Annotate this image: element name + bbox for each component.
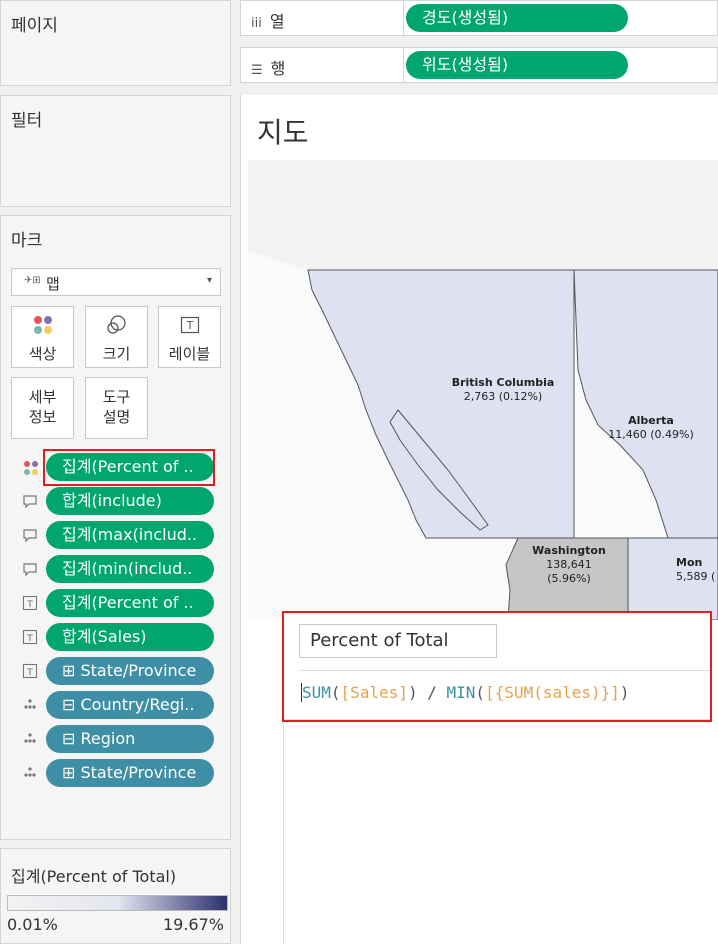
detail-icon bbox=[24, 699, 36, 709]
map-label: Mon 5,589 ( bbox=[676, 556, 718, 584]
legend-gradient bbox=[7, 895, 228, 911]
mark-field-row[interactable]: 집계(min(includ.. bbox=[20, 554, 216, 584]
label-button[interactable]: T 레이블 bbox=[158, 306, 221, 368]
field-pill[interactable]: 집계(min(includ.. bbox=[46, 555, 214, 583]
rows-shelf-label: ☰ 행 bbox=[251, 55, 285, 79]
longitude-pill[interactable]: 경도(생성됨) bbox=[406, 4, 628, 32]
mark-field-row[interactable]: ⊟ Region bbox=[20, 724, 216, 754]
tooltip-icon bbox=[23, 529, 37, 543]
pages-panel: 페이지 bbox=[0, 0, 231, 86]
filters-panel: 필터 bbox=[0, 95, 231, 207]
tooltip-icon bbox=[23, 495, 37, 509]
tooltip-icon bbox=[23, 563, 37, 577]
color-label: 색상 bbox=[28, 345, 57, 363]
svg-text:T: T bbox=[26, 668, 33, 678]
mark-type-dropdown[interactable]: ✈⊞ 맵 ▾ bbox=[11, 268, 221, 296]
color-legend-panel: 집계(Percent of Total) 0.01% 19.67% bbox=[0, 848, 231, 944]
label-icon: T bbox=[22, 663, 38, 679]
pages-title: 페이지 bbox=[11, 16, 58, 36]
chevron-down-icon: ▾ bbox=[206, 275, 212, 286]
filters-title: 필터 bbox=[11, 111, 43, 131]
mark-field-row[interactable]: 합계(include) bbox=[20, 486, 216, 516]
map[interactable]: British Columbia 2,763 (0.12%) Alberta 1… bbox=[248, 160, 718, 620]
size-label: 크기 bbox=[102, 345, 131, 363]
field-pill[interactable]: 합계(Sales) bbox=[46, 623, 214, 651]
label-icon: T bbox=[180, 316, 199, 334]
map-label-name: Washington bbox=[532, 544, 606, 557]
mark-field-row[interactable]: T 합계(Sales) bbox=[20, 622, 216, 652]
rows-shelf[interactable]: ☰ 행 위도(생성됨) bbox=[240, 47, 718, 83]
latitude-pill[interactable]: 위도(생성됨) bbox=[406, 51, 628, 79]
detail-icon bbox=[24, 767, 36, 777]
detail-button[interactable]: 세부 정보 bbox=[11, 377, 74, 439]
map-mark-icon: ✈⊞ bbox=[24, 275, 41, 286]
field-pill[interactable]: ⊞ State/Province bbox=[46, 657, 214, 685]
field-pill[interactable]: 합계(include) bbox=[46, 487, 214, 515]
size-icon bbox=[106, 315, 126, 334]
legend-min: 0.01% bbox=[7, 915, 58, 934]
editor-body bbox=[283, 720, 712, 944]
field-pill[interactable]: 집계(max(includ.. bbox=[46, 521, 214, 549]
svg-text:T: T bbox=[26, 600, 33, 610]
highlight-box bbox=[282, 611, 712, 722]
svg-text:T: T bbox=[185, 319, 193, 332]
shelf-divider bbox=[403, 1, 404, 35]
map-label-name: Mon bbox=[676, 556, 703, 569]
map-label-value: 138,641 (5.96%) bbox=[546, 558, 592, 585]
svg-text:T: T bbox=[26, 634, 33, 644]
map-label: Alberta 11,460 (0.49%) bbox=[606, 414, 696, 442]
view-title: 지도 bbox=[257, 116, 309, 149]
legend-max: 19.67% bbox=[162, 915, 224, 934]
rows-icon: ☰ bbox=[251, 63, 263, 78]
columns-icon: iii bbox=[251, 16, 262, 31]
map-label-value: 2,763 (0.12%) bbox=[463, 390, 543, 403]
field-pill[interactable]: ⊟ Region bbox=[46, 725, 214, 753]
detail-icon bbox=[24, 733, 36, 743]
highlight-box bbox=[43, 449, 215, 486]
rows-label: 행 bbox=[270, 59, 286, 78]
map-label-value: 11,460 (0.49%) bbox=[608, 428, 694, 441]
columns-shelf-label: iii 열 bbox=[251, 8, 285, 32]
map-label: British Columbia 2,763 (0.12%) bbox=[448, 376, 558, 404]
tooltip-button[interactable]: 도구 설명 bbox=[85, 377, 148, 439]
field-pill[interactable]: ⊟ Country/Regi.. bbox=[46, 691, 214, 719]
mark-field-row[interactable]: T 집계(Percent of .. bbox=[20, 588, 216, 618]
columns-shelf[interactable]: iii 열 경도(생성됨) bbox=[240, 0, 718, 36]
legend-title: 집계(Percent of Total) bbox=[11, 867, 177, 886]
detail-label: 세부 정보 bbox=[28, 388, 57, 426]
mark-field-row[interactable]: ⊟ Country/Regi.. bbox=[20, 690, 216, 720]
map-label-value: 5,589 ( bbox=[676, 570, 716, 583]
map-label-name: Alberta bbox=[628, 414, 674, 427]
shelf-divider bbox=[403, 48, 404, 82]
field-pill[interactable]: 집계(Percent of .. bbox=[46, 589, 214, 617]
color-button[interactable]: 색상 bbox=[11, 306, 74, 368]
mark-field-row[interactable]: 집계(max(includ.. bbox=[20, 520, 216, 550]
mark-field-row[interactable]: T ⊞ State/Province bbox=[20, 656, 216, 686]
columns-label: 열 bbox=[269, 12, 285, 31]
label-icon: T bbox=[22, 629, 38, 645]
map-label: Washington 138,641 (5.96%) bbox=[524, 544, 614, 586]
field-pill[interactable]: ⊞ State/Province bbox=[46, 759, 214, 787]
size-button[interactable]: 크기 bbox=[85, 306, 148, 368]
tooltip-label: 도구 설명 bbox=[102, 388, 131, 426]
map-label-name: British Columbia bbox=[451, 376, 555, 389]
label-icon: T bbox=[22, 595, 38, 611]
mark-type-label: 맵 bbox=[46, 275, 60, 293]
color-dots-icon bbox=[33, 316, 52, 334]
marks-title: 마크 bbox=[11, 231, 43, 251]
label-label: 레이블 bbox=[168, 345, 211, 363]
mark-field-row[interactable]: ⊞ State/Province bbox=[20, 758, 216, 788]
